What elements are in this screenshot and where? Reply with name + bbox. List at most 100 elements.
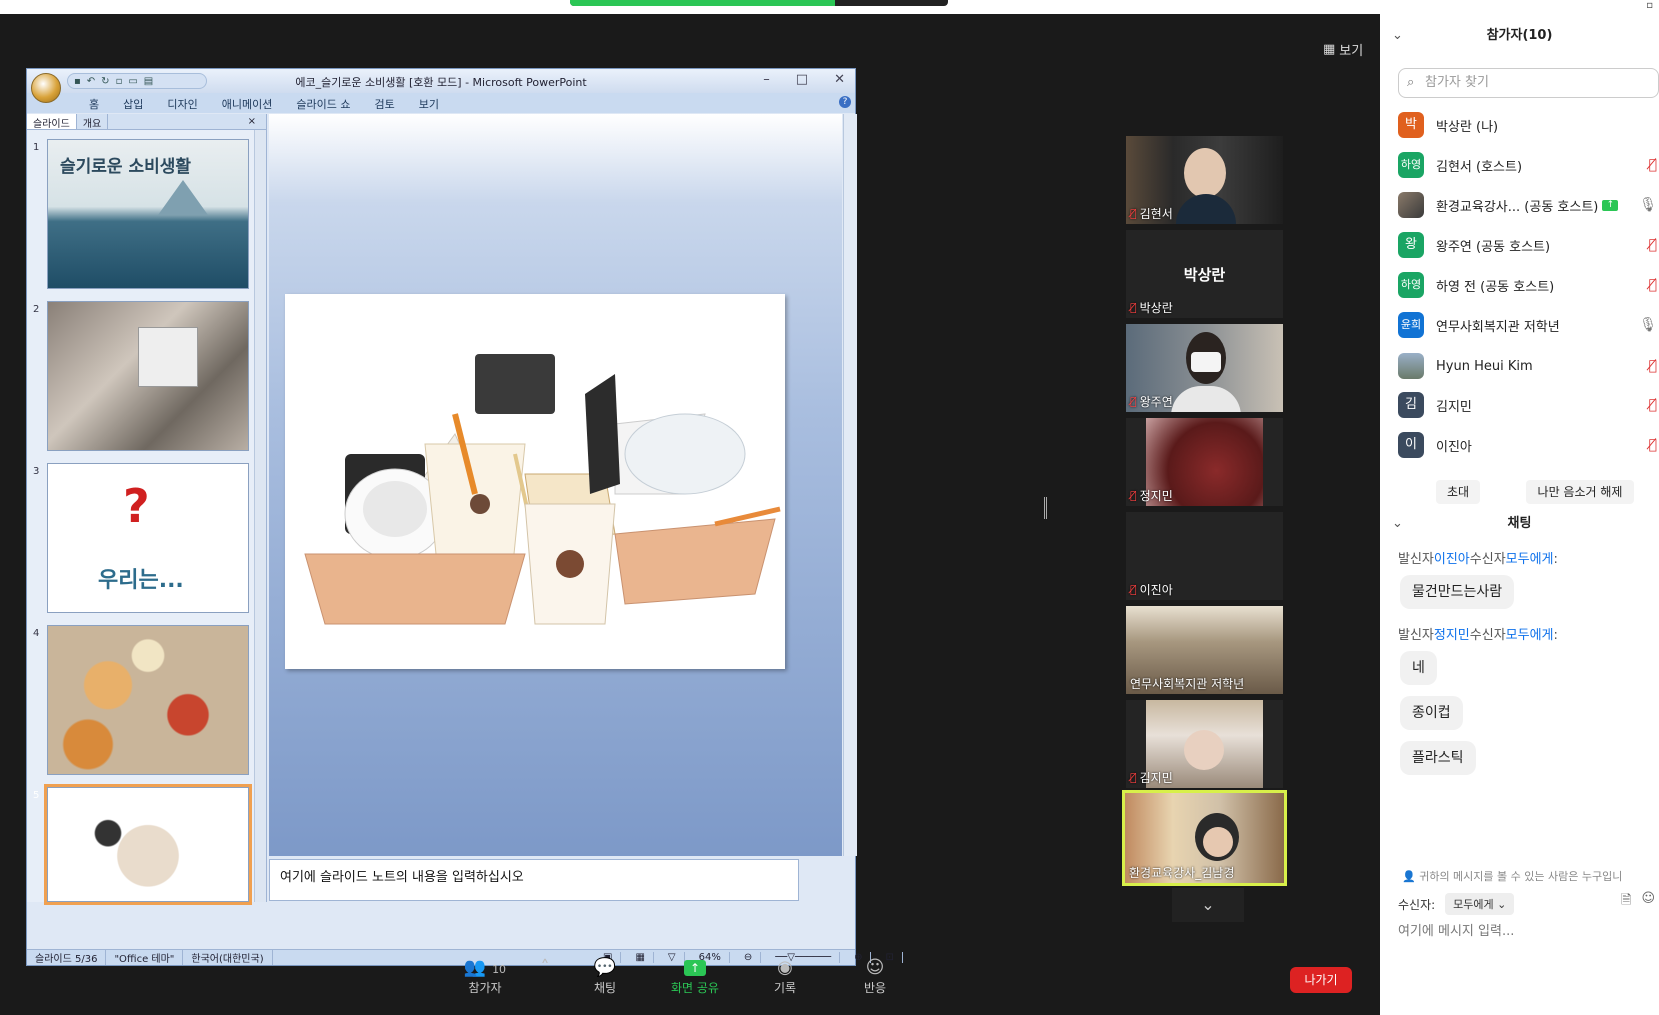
- slide-thumbnail[interactable]: [47, 625, 249, 775]
- chat-button[interactable]: 💬 채팅: [560, 957, 650, 996]
- video-tile[interactable]: 🎙̸ 왕주연: [1126, 324, 1283, 412]
- chat-message-input[interactable]: 여기에 메시지 입력...: [1398, 920, 1514, 939]
- participant-row[interactable]: 하영 하영 전 (공동 호스트) 🎙̸: [1398, 270, 1659, 300]
- video-tile[interactable]: 🎙̸ 김지민: [1126, 700, 1283, 788]
- screen-share-indicator[interactable]: [570, 0, 948, 6]
- avatar: 이: [1398, 432, 1424, 458]
- ribbon-tab[interactable]: 애니메이션: [210, 93, 285, 113]
- unmute-me-button[interactable]: 나만 음소거 해제: [1526, 480, 1634, 504]
- ribbon-tab[interactable]: 디자인: [155, 93, 209, 113]
- muted-mic-icon: 🎙̸: [1130, 489, 1137, 502]
- invite-button[interactable]: 초대: [1436, 480, 1480, 504]
- ribbon-tab[interactable]: 보기: [407, 93, 451, 113]
- chat-message-meta: 발신자이진아수신자모두에게:: [1398, 552, 1558, 567]
- participant-name: 김현서: [1139, 207, 1173, 221]
- ribbon-tab[interactable]: 검토: [362, 93, 406, 113]
- view-button[interactable]: ▦ 보기: [1323, 40, 1363, 59]
- muted-mic-icon[interactable]: 🎙̸: [1649, 157, 1657, 173]
- participant-row[interactable]: 김 김지민 🎙̸: [1398, 390, 1659, 420]
- meeting-toolbar: 👥 10 참가자 ˄ 💬 채팅 ↑ 화면 공유 ◉ 기록 ☺ 반응: [440, 957, 920, 996]
- video-tile-active-speaker[interactable]: 환경교육강사_김남경: [1122, 790, 1287, 886]
- chat-visibility-notice[interactable]: 👤 귀하의 메시지를 볼 수 있는 사람은 누구입니: [1402, 868, 1659, 884]
- tab-outline[interactable]: 개요: [77, 114, 109, 130]
- slide-thumbnail[interactable]: 슬기로운 소비생활: [47, 139, 249, 289]
- participant-name: Hyun Heui Kim: [1436, 358, 1533, 374]
- ribbon-tab[interactable]: 삽입: [111, 93, 155, 113]
- participants-button[interactable]: 👥 10 참가자: [440, 957, 530, 996]
- muted-mic-icon: 🎙̸: [1130, 583, 1137, 596]
- ribbon-tab[interactable]: 홈: [77, 93, 111, 113]
- tab-slides[interactable]: 슬라이드: [27, 114, 77, 130]
- mic-icon[interactable]: 🎙: [1639, 317, 1657, 333]
- maximize-icon[interactable]: □: [796, 72, 808, 87]
- mic-icon[interactable]: 🎙: [1639, 197, 1657, 213]
- slide-thumb-title: 우리는...: [98, 568, 184, 593]
- share-screen-icon: ↑: [684, 960, 706, 976]
- record-icon: ◉: [777, 957, 793, 978]
- grid-icon: ▦: [1323, 42, 1336, 57]
- panel-splitter[interactable]: [1044, 497, 1047, 519]
- leave-button[interactable]: 나가기: [1290, 967, 1352, 993]
- ribbon-tab[interactable]: 슬라이드 쇼: [284, 93, 362, 113]
- ppt-ribbon-tabs: 홈 삽입 디자인 애니메이션 슬라이드 쇼 검토 보기 ?: [27, 93, 855, 113]
- participant-row[interactable]: 이 이진아 🎙̸: [1398, 430, 1659, 460]
- minimize-icon[interactable]: –: [763, 72, 770, 87]
- slide-scrollbar[interactable]: [843, 114, 857, 856]
- participant-name: 왕주연: [1139, 395, 1173, 409]
- participant-row[interactable]: 왕 왕주연 (공동 호스트) 🎙̸: [1398, 230, 1659, 260]
- video-tile[interactable]: 박상란 🎙̸ 박상란: [1126, 230, 1283, 318]
- record-button[interactable]: ◉ 기록: [740, 957, 830, 996]
- chat-message: 네: [1400, 651, 1437, 685]
- participant-row[interactable]: 윤희 연무사회복지관 저학년 🎙: [1398, 310, 1659, 340]
- file-icon[interactable]: 🗎: [1621, 891, 1631, 913]
- chevron-down-icon[interactable]: ⌄: [1392, 510, 1403, 538]
- muted-mic-icon[interactable]: 🎙̸: [1649, 237, 1657, 253]
- help-icon[interactable]: ?: [839, 96, 851, 108]
- avatar: [1398, 353, 1424, 379]
- chevron-down-icon[interactable]: ⌄: [1392, 22, 1403, 50]
- emoji-icon[interactable]: ☺: [1641, 891, 1655, 913]
- current-slide[interactable]: [285, 294, 785, 669]
- participant-row[interactable]: Hyun Heui Kim 🎙̸: [1398, 351, 1659, 381]
- slide-thumbnail[interactable]: [47, 301, 249, 451]
- participants-menu-caret[interactable]: ˄: [530, 957, 560, 996]
- chat-message-meta: 발신자정지민수신자모두에게:: [1398, 628, 1558, 643]
- participant-name: 왕주연 (공동 호스트): [1436, 239, 1551, 255]
- video-tile[interactable]: 연무사회복지관 저학년: [1126, 606, 1283, 694]
- muted-mic-icon: 🎙̸: [1130, 207, 1137, 220]
- muted-mic-icon[interactable]: 🎙̸: [1649, 397, 1657, 413]
- participant-row[interactable]: 하영 김현서 (호스트) 🎙̸: [1398, 150, 1659, 180]
- video-tile[interactable]: 🎙̸ 정지민: [1126, 418, 1283, 506]
- avatar: [1398, 192, 1424, 218]
- close-icon[interactable]: ×: [242, 115, 262, 128]
- question-mark-icon: ?: [123, 479, 150, 533]
- participants-header: ⌄ 참가자(10): [1380, 22, 1659, 50]
- participant-name: 이진아: [1436, 439, 1472, 455]
- muted-mic-icon[interactable]: 🎙̸: [1649, 277, 1657, 293]
- disposable-items-image: [304, 354, 781, 625]
- share-screen-button[interactable]: ↑ 화면 공유: [650, 957, 740, 996]
- video-tile[interactable]: 🎙̸ 김현서: [1126, 136, 1283, 224]
- participant-name: 박상란 (나): [1436, 119, 1499, 135]
- slide-number: 5: [33, 790, 40, 801]
- muted-mic-icon[interactable]: 🎙̸: [1649, 358, 1657, 374]
- participant-search-input[interactable]: ⌕ 참가자 찾기: [1398, 68, 1659, 98]
- slide-notes[interactable]: 여기에 슬라이드 노트의 내용을 입력하십시오: [269, 859, 799, 901]
- slide-thumbnail-selected[interactable]: [44, 784, 252, 905]
- participant-row[interactable]: 환경교육강사... (공동 호스트) ↑ 🎙: [1398, 190, 1659, 220]
- recipient-select[interactable]: 모두에게 ⌄: [1445, 893, 1515, 915]
- participant-row[interactable]: 박 박상란 (나): [1398, 110, 1659, 140]
- slide-thumbnail[interactable]: ? 우리는...: [47, 463, 249, 613]
- close-icon[interactable]: ✕: [834, 72, 845, 87]
- slide-number: 2: [33, 304, 40, 315]
- chat-tools: 🗎 ☺: [1621, 891, 1655, 913]
- chevron-down-icon[interactable]: ⌄: [1172, 888, 1244, 922]
- slides-scrollbar[interactable]: [254, 130, 266, 902]
- video-tile[interactable]: 🎙̸ 이진아: [1126, 512, 1283, 600]
- muted-mic-icon[interactable]: 🎙̸: [1649, 437, 1657, 453]
- slide-counter: 슬라이드 5/36: [27, 950, 107, 965]
- office-button[interactable]: [31, 73, 61, 103]
- reactions-button[interactable]: ☺ 반응: [830, 957, 920, 996]
- popout-icon[interactable]: ▫: [1646, 0, 1653, 11]
- chat-header: ⌄ 채팅: [1380, 510, 1659, 538]
